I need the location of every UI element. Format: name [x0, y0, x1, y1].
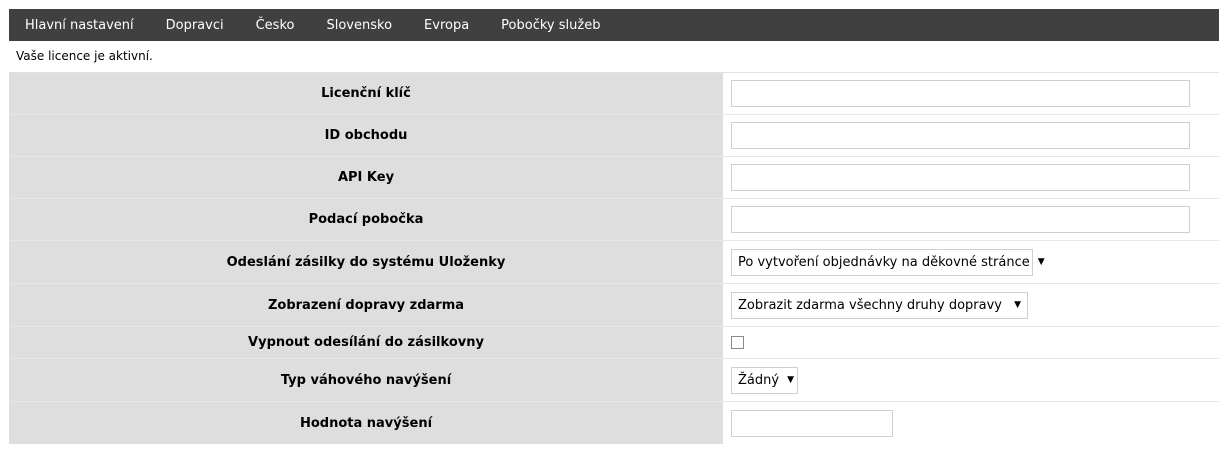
weight-increase-type-selected: Žádný: [738, 372, 780, 388]
tab-czech[interactable]: Česko: [240, 9, 311, 41]
row-weight-increase-type: Typ váhového navýšení Žádný ▼: [9, 359, 1219, 402]
license-key-label: Licenční klíč: [9, 73, 723, 114]
free-shipping-selected: Zobrazit zdarma všechny druhy dopravy: [738, 297, 1002, 313]
increase-value-input[interactable]: [731, 409, 893, 437]
send-shipment-selected: Po vytvoření objednávky na děkovné strán…: [738, 254, 1030, 270]
branch-input[interactable]: [731, 206, 1190, 233]
tab-service-branches[interactable]: Pobočky služeb: [485, 9, 616, 41]
row-license-key: Licenční klíč: [9, 73, 1219, 115]
disable-sending-checkbox[interactable]: [731, 336, 744, 349]
api-key-label: API Key: [9, 157, 723, 198]
settings-panel: Hlavní nastavení Dopravci Česko Slovensk…: [9, 9, 1219, 444]
caret-down-icon: ▼: [787, 375, 794, 385]
row-send-shipment: Odeslání zásilky do systému Uloženky Po …: [9, 241, 1219, 284]
row-disable-sending: Vypnout odesílání do zásilkovny: [9, 327, 1219, 359]
send-shipment-select[interactable]: Po vytvoření objednávky na děkovné strán…: [731, 248, 1045, 276]
settings-form: Licenční klíč ID obchodu API Key Podací …: [9, 73, 1219, 444]
tab-europe[interactable]: Evropa: [408, 9, 485, 41]
free-shipping-select[interactable]: Zobrazit zdarma všechny druhy dopravy ▼: [731, 291, 1028, 319]
row-shop-id: ID obchodu: [9, 115, 1219, 157]
shop-id-label: ID obchodu: [9, 115, 723, 156]
disable-sending-label: Vypnout odesílání do zásilkovny: [9, 327, 723, 358]
caret-down-icon: ▼: [1037, 257, 1045, 267]
increase-value-label: Hodnota navýšení: [9, 402, 723, 444]
shop-id-input[interactable]: [731, 122, 1190, 149]
license-key-input[interactable]: [731, 80, 1190, 107]
free-shipping-label: Zobrazení dopravy zdarma: [9, 284, 723, 326]
tab-bar: Hlavní nastavení Dopravci Česko Slovensk…: [9, 9, 1219, 41]
row-api-key: API Key: [9, 157, 1219, 199]
branch-label: Podací pobočka: [9, 199, 723, 240]
api-key-input[interactable]: [731, 164, 1190, 191]
caret-down-icon: ▼: [1014, 300, 1021, 310]
weight-increase-type-label: Typ váhového navýšení: [9, 359, 723, 401]
tab-slovakia[interactable]: Slovensko: [310, 9, 408, 41]
send-shipment-label: Odeslání zásilky do systému Uloženky: [9, 241, 723, 283]
row-branch: Podací pobočka: [9, 199, 1219, 241]
row-increase-value: Hodnota navýšení: [9, 402, 1219, 444]
tab-carriers[interactable]: Dopravci: [150, 9, 240, 41]
license-status-notice: Vaše licence je aktivní.: [9, 41, 1219, 73]
weight-increase-type-select[interactable]: Žádný ▼: [731, 366, 798, 394]
row-free-shipping: Zobrazení dopravy zdarma Zobrazit zdarma…: [9, 284, 1219, 327]
tab-main-settings[interactable]: Hlavní nastavení: [9, 9, 150, 41]
